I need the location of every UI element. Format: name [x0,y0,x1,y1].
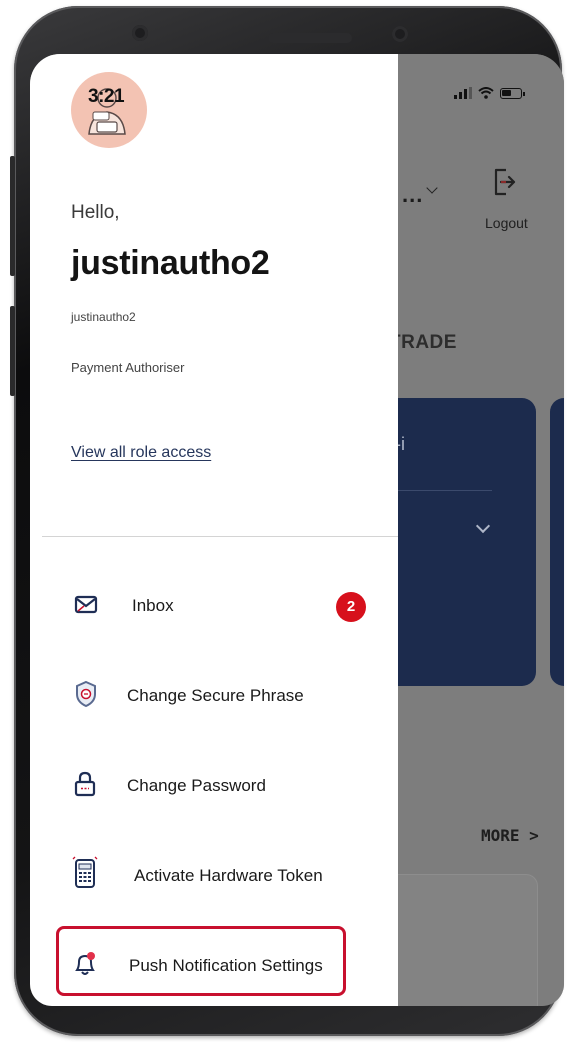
phone-screen: ... Logout TRADE t-i MORE > 3:21 Hello, [30,54,564,1006]
logout-icon[interactable] [492,166,516,198]
greeting: Hello, [71,202,120,223]
shield-icon [76,680,96,708]
sensor [392,26,408,42]
status-time: 3:21 [88,86,125,107]
signal-icon [454,87,472,99]
hardware-token-icon [72,856,98,888]
unread-count-badge: 2 [336,592,366,622]
highlight-box [56,926,346,996]
username: justinautho2 [71,310,136,324]
user-role: Payment Authoriser [71,360,185,375]
user-illustration-icon [88,88,126,135]
menu-item-change-secure-phrase[interactable]: Change Secure Phrase [30,672,398,724]
menu-item-activate-hardware-token[interactable]: Activate Hardware Token [30,852,398,904]
account-card-next[interactable] [550,398,564,686]
earpiece [268,33,352,43]
side-drawer: 3:21 Hello, justinautho2 justinautho2 Pa… [30,54,398,1006]
view-role-access-link[interactable]: View all role access [71,444,211,462]
menu-label: Inbox [132,596,174,615]
divider [42,536,398,537]
account-selector[interactable]: ... [402,182,423,208]
front-camera [132,25,148,41]
side-button [10,306,15,396]
volume-button [10,156,15,276]
logout-label[interactable]: Logout [485,215,528,231]
lock-icon [74,771,96,797]
menu-item-change-password[interactable]: Change Password [30,762,398,814]
envelope-icon [74,595,98,614]
display-name: justinautho2 [71,244,270,282]
menu-label: Change Secure Phrase [127,686,304,705]
status-icons [454,87,525,99]
avatar[interactable] [71,72,147,148]
menu-item-inbox[interactable]: Inbox 2 [30,582,398,634]
section-label: TRADE [389,332,457,353]
background-panel [384,874,538,1006]
more-link[interactable]: MORE > [481,826,539,845]
chevron-down-icon [426,182,438,194]
menu-label: Activate Hardware Token [134,866,323,885]
menu-label: Change Password [127,776,266,795]
battery-icon [500,87,525,99]
wifi-icon [478,87,494,99]
